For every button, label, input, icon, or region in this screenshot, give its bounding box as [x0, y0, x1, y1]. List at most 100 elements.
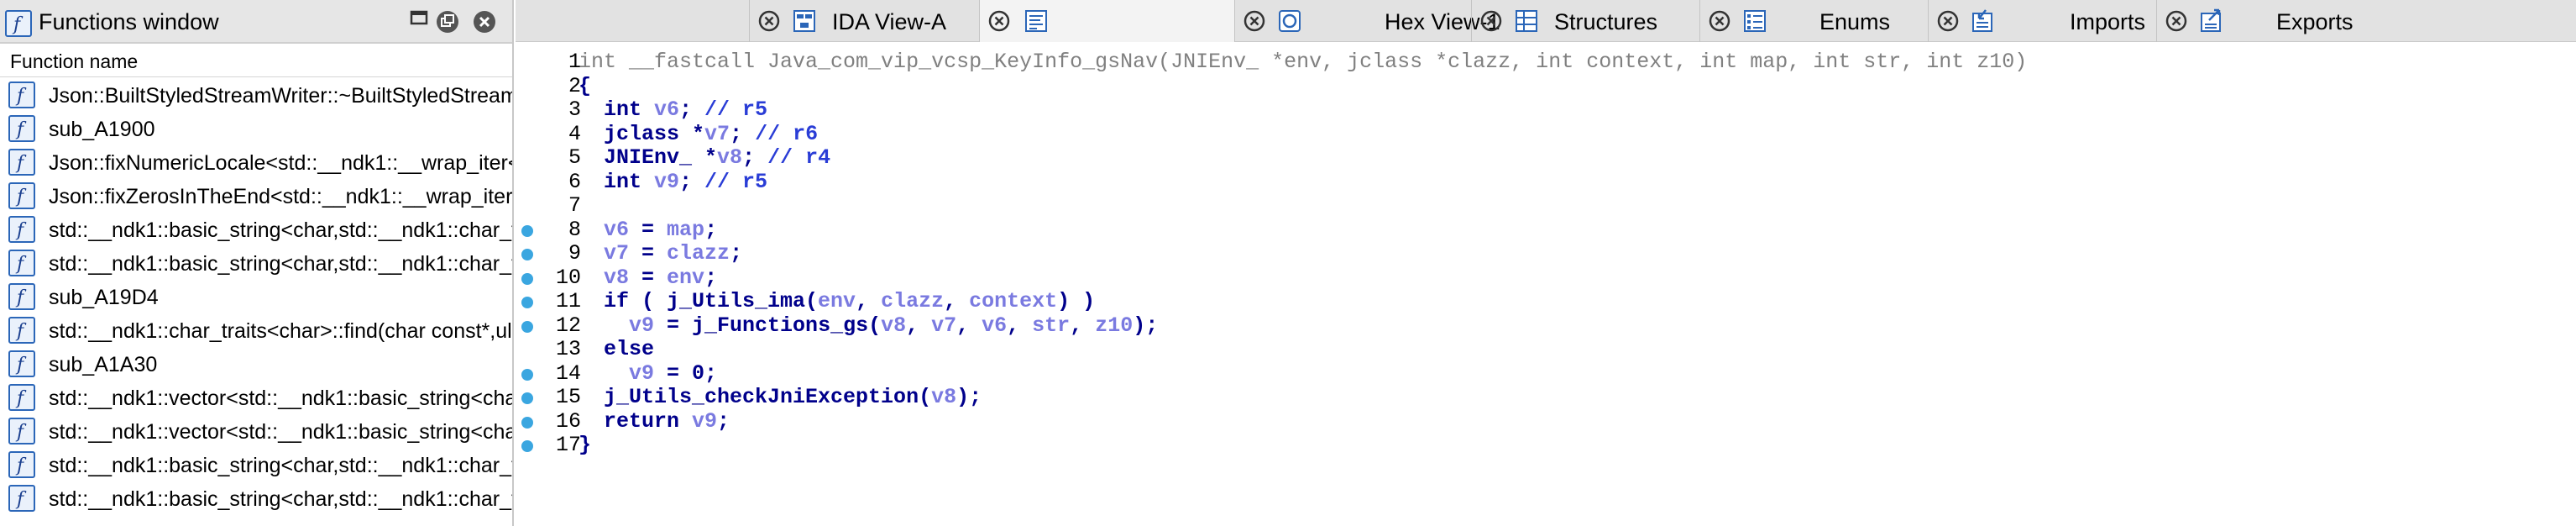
breakpoint-dot-icon[interactable] — [521, 440, 533, 452]
code-line[interactable]: 4 jclass *v7; // r6 — [516, 122, 2576, 146]
code-line[interactable]: 8 v6 = map; — [516, 218, 2576, 242]
tab-hex-view-1[interactable]: Hex View-1 — [1234, 0, 1500, 42]
function-list-item[interactable]: f std::__ndk1::basic_string<char,std::__n… — [0, 246, 512, 280]
tab-structures[interactable]: Structures — [1471, 0, 1699, 42]
line-number: 12 — [555, 313, 581, 338]
code-text: v9 = j_Functions_gs(v8, v7, v6, str, z10… — [629, 313, 1159, 338]
svg-text:f: f — [15, 187, 27, 208]
tab-close-icon[interactable] — [1709, 10, 1730, 32]
function-name: std::__ndk1::basic_string<char,std::__nd… — [49, 252, 512, 276]
tab-exports[interactable]: Exports — [2156, 0, 2385, 42]
svg-text:f: f — [15, 388, 27, 409]
pseudocode-icon — [1024, 8, 1049, 34]
svg-text:f: f — [15, 220, 27, 241]
function-icon: f — [8, 182, 35, 209]
line-number: 7 — [568, 193, 581, 218]
close-icon[interactable] — [472, 9, 497, 34]
code-text: v6 = map; — [604, 217, 718, 242]
breakpoint-dot-icon[interactable] — [521, 224, 533, 237]
code-line[interactable]: 9 v7 = clazz; — [516, 242, 2576, 266]
function-list-item[interactable]: f std::__ndk1::basic_string<char,std::__n… — [0, 448, 512, 481]
tab-bar: IDA View-A Hex View-1 Structures Enums Impor… — [516, 0, 2576, 42]
tab-close-icon[interactable] — [1937, 10, 1959, 32]
function-icon: f — [8, 451, 35, 478]
code-line[interactable]: 1 int __fastcall Java_com_vip_vcsp_KeyInf… — [516, 50, 2576, 74]
breakpoint-dot-icon[interactable] — [521, 249, 533, 260]
code-line[interactable]: 6 int v9; // r5 — [516, 169, 2576, 194]
function-list-item[interactable]: f sub_A1900 — [0, 112, 512, 145]
breakpoint-dot-icon[interactable] — [521, 416, 533, 429]
function-list-item[interactable]: f sub_A19D4 — [0, 280, 512, 313]
function-icon: f — [8, 82, 35, 108]
tab-pseudocode[interactable] — [979, 0, 1234, 42]
code-line[interactable]: 11 if ( j_Utils_ima(env, clazz, context)… — [516, 290, 2576, 313]
code-line[interactable]: 17} — [516, 434, 2576, 457]
function-name: sub_A19D4 — [49, 286, 159, 309]
pseudocode-view[interactable]: 1 int __fastcall Java_com_vip_vcsp_KeyInf… — [516, 42, 2576, 526]
breakpoint-dot-icon[interactable] — [521, 320, 533, 333]
function-icon: f — [8, 115, 35, 142]
function-list-item[interactable]: f std::__ndk1::basic_string<char,std::__n… — [0, 481, 512, 515]
float-window-icon[interactable] — [435, 9, 460, 34]
function-list-item[interactable]: f std::__ndk1::char_traits<char>::find(ch… — [0, 313, 512, 347]
minimize-icon[interactable] — [406, 9, 432, 34]
svg-text:f: f — [15, 153, 27, 174]
function-name: std::__ndk1::basic_string<char,std::__nd… — [49, 487, 512, 511]
svg-text:f: f — [15, 287, 27, 308]
function-name: std::__ndk1::char_traits<char>::find(cha… — [49, 319, 512, 343]
code-line[interactable]: 10 v8 = env; — [516, 266, 2576, 290]
breakpoint-dot-icon[interactable] — [521, 272, 533, 285]
code-line[interactable]: 15 j_Utils_checkJniException(v8); — [516, 386, 2576, 409]
code-line[interactable]: 3 int v6; // r5 — [516, 98, 2576, 122]
functions-window-title: Functions window — [39, 9, 219, 34]
tab-close-icon[interactable] — [1243, 10, 1265, 32]
line-number: 11 — [555, 289, 581, 313]
tab-label: Structures — [1554, 9, 1658, 34]
line-number: 3 — [568, 97, 581, 122]
line-number: 15 — [555, 385, 581, 409]
breakpoint-dot-icon[interactable] — [521, 392, 533, 404]
tab-close-icon[interactable] — [758, 10, 780, 32]
function-list-item[interactable]: f std::__ndk1::basic_string<char,std::__n… — [0, 213, 512, 246]
svg-text:f: f — [15, 422, 27, 443]
tab-close-icon[interactable] — [1480, 10, 1502, 32]
function-list-item[interactable]: f std::__ndk1::vector<std::__ndk1::basic_… — [0, 414, 512, 448]
tab-imports[interactable]: Imports — [1928, 0, 2156, 42]
svg-text:f: f — [15, 321, 27, 342]
tab-enums[interactable]: Enums — [1699, 0, 1928, 42]
function-list-item[interactable]: f Json::fixZerosInTheEnd<std::__ndk1::__w… — [0, 179, 512, 213]
main-view: IDA View-A Hex View-1 Structures Enums Impor… — [516, 0, 2576, 526]
function-list: f Json::BuiltStyledStreamWriter::~BuiltSt… — [0, 78, 512, 526]
breakpoint-dot-icon[interactable] — [521, 297, 533, 308]
code-line[interactable]: 12 v9 = j_Functions_gs(v8, v7, v6, str, … — [516, 313, 2576, 338]
code-line[interactable]: 13 else — [516, 338, 2576, 361]
line-number: 1 — [568, 50, 581, 74]
svg-text:f: f — [15, 119, 27, 140]
function-list-item[interactable]: f std::__ndk1::vector<std::__ndk1::basic_… — [0, 381, 512, 414]
code-line[interactable]: 16 return v9; — [516, 408, 2576, 434]
code-line[interactable]: 14 v9 = 0; — [516, 361, 2576, 386]
code-line[interactable]: 2{ — [516, 74, 2576, 98]
code-line[interactable]: 5 JNIEnv_ *v8; // r4 — [516, 146, 2576, 170]
code-line[interactable]: 7 — [516, 194, 2576, 218]
code-text: v8 = env; — [604, 265, 718, 290]
column-header-function-name[interactable]: Function name — [0, 44, 512, 77]
tab-ida-view-a[interactable]: IDA View-A — [749, 0, 979, 42]
svg-text:f: f — [15, 254, 27, 275]
function-list-item[interactable]: f Json::BuiltStyledStreamWriter::~BuiltSt… — [0, 78, 512, 112]
code-text: JNIEnv_ *v8; // r4 — [579, 145, 831, 170]
tab-label: Exports — [2276, 9, 2353, 34]
tab-close-icon[interactable] — [988, 10, 1010, 32]
line-number: 6 — [568, 169, 581, 194]
function-icon: f — [5, 10, 32, 37]
line-number: 5 — [568, 145, 581, 170]
function-list-item[interactable]: f Json::fixNumericLocale<std::__ndk1::__w… — [0, 145, 512, 179]
svg-text:f: f — [15, 489, 27, 510]
line-number: 16 — [555, 408, 581, 434]
function-name: std::__ndk1::basic_string<char,std::__nd… — [49, 218, 512, 242]
breakpoint-dot-icon[interactable] — [521, 368, 533, 381]
function-list-item[interactable]: f sub_A1A30 — [0, 347, 512, 381]
column-header-label: Function name — [10, 50, 139, 72]
tab-close-icon[interactable] — [2165, 10, 2187, 32]
function-name: sub_A1900 — [49, 118, 155, 141]
